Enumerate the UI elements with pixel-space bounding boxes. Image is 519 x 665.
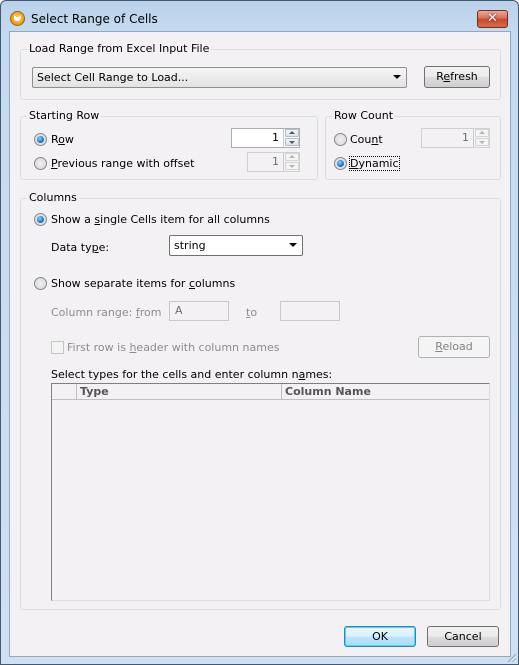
grid-caption: Select types for the cells and enter col… <box>51 368 332 381</box>
spin-down-icon[interactable] <box>285 138 299 146</box>
cancel-button[interactable]: Cancel <box>427 626 499 647</box>
spin-up-icon <box>475 129 489 137</box>
label-part: revious range with offset <box>57 157 195 170</box>
label-accel: o <box>58 133 65 146</box>
label-part: Select types for the cells and enter col… <box>51 368 299 381</box>
offset-spinner: 1 <box>247 152 300 172</box>
row-count-group-label: Row Count <box>332 109 396 122</box>
label-accel: p <box>91 241 99 254</box>
label-part: olumns <box>195 277 236 290</box>
offset-spinner-value: 1 <box>272 155 279 168</box>
label-part: rom <box>139 306 162 319</box>
grid-header-rownum <box>52 384 76 399</box>
title-bar[interactable]: Select Range of Cells ✕ <box>1 1 518 31</box>
count-radio-label[interactable]: Count <box>350 133 383 146</box>
label-part: ingle Cells item for all columns <box>100 213 270 226</box>
close-button[interactable]: ✕ <box>477 10 508 28</box>
label-part: Data ty <box>51 241 92 254</box>
label-part: w <box>64 133 74 146</box>
previous-range-radio-label[interactable]: Previous range with offset <box>51 157 194 170</box>
previous-range-radio[interactable] <box>34 157 47 170</box>
cell-range-combo[interactable]: Select Cell Range to Load... <box>32 67 407 88</box>
column-from-input: A <box>169 301 229 321</box>
chevron-down-icon <box>393 75 401 79</box>
row-radio[interactable] <box>34 133 47 146</box>
first-row-header-checkbox <box>51 341 64 354</box>
dynamic-radio[interactable] <box>334 157 347 170</box>
close-icon: ✕ <box>487 11 498 26</box>
starting-row-group: Starting Row Row 1 Previous range with o… <box>20 109 318 180</box>
row-count-group: Row Count Count 1 Dynamic <box>325 109 501 180</box>
first-row-header-label: First row is header with column names <box>67 341 279 354</box>
app-icon <box>10 11 25 26</box>
dynamic-radio-label[interactable]: Dynamic <box>349 156 400 171</box>
spin-down-icon <box>285 162 299 170</box>
column-range-label: Column range: from <box>51 306 161 319</box>
label-part: e: <box>98 241 110 254</box>
separate-items-radio[interactable] <box>34 277 47 290</box>
label-part: Column range: <box>51 306 136 319</box>
chevron-down-icon <box>289 243 297 247</box>
count-spinner-value: 1 <box>462 131 469 144</box>
label-part: ynamic <box>358 157 399 170</box>
starting-row-group-label: Starting Row <box>27 109 102 122</box>
row-spinner[interactable]: 1 <box>231 128 300 148</box>
columns-group: Columns Show a single Cells item for all… <box>20 191 501 610</box>
load-range-group-label: Load Range from Excel Input File <box>27 42 212 55</box>
label-part: eader with column names <box>136 341 280 354</box>
columns-group-label: Columns <box>27 191 79 204</box>
data-type-select-value: string <box>174 239 206 252</box>
count-radio[interactable] <box>334 133 347 146</box>
dialog-client-area: Load Range from Excel Input File Select … <box>9 31 511 657</box>
window-title: Select Range of Cells <box>31 12 158 26</box>
label-part: eload <box>442 340 473 353</box>
grid-header-column-name[interactable]: Column Name <box>281 384 489 399</box>
row-radio-label[interactable]: Row <box>51 133 74 146</box>
column-to-input <box>280 301 340 321</box>
spin-up-icon[interactable] <box>285 129 299 137</box>
grid-header-row: Type Column Name <box>52 384 489 400</box>
spin-down-icon <box>475 138 489 146</box>
count-spinner: 1 <box>421 128 490 148</box>
dialog-window: Select Range of Cells ✕ Load Range from … <box>0 0 519 665</box>
column-types-grid[interactable]: Type Column Name <box>51 383 490 601</box>
label-part: o <box>250 306 258 319</box>
ok-button[interactable]: OK <box>344 626 416 647</box>
separate-items-radio-label[interactable]: Show separate items for columns <box>51 277 235 290</box>
grid-header-type[interactable]: Type <box>76 384 281 399</box>
label-part: Show separate items for <box>51 277 189 290</box>
label-part: t <box>378 133 383 146</box>
data-type-select[interactable]: string <box>169 235 303 256</box>
label-part: Cou <box>350 133 372 146</box>
row-spinner-value: 1 <box>272 131 279 144</box>
single-cells-radio-label[interactable]: Show a single Cells item for all columns <box>51 213 270 226</box>
label-part: First row is <box>67 341 130 354</box>
column-from-value: A <box>175 304 183 317</box>
column-to-label: to <box>246 306 257 319</box>
reload-button: Reload <box>418 336 490 358</box>
refresh-button[interactable]: Refresh <box>424 66 490 88</box>
single-cells-radio[interactable] <box>34 213 47 226</box>
spin-up-icon <box>285 153 299 161</box>
cell-range-combo-value: Select Cell Range to Load... <box>37 71 189 84</box>
data-type-label: Data type: <box>51 241 109 254</box>
label-part: mes: <box>305 368 333 381</box>
load-range-group: Load Range from Excel Input File Select … <box>20 42 501 100</box>
label-part: Show a <box>51 213 95 226</box>
refresh-label-part: fresh <box>450 70 478 83</box>
